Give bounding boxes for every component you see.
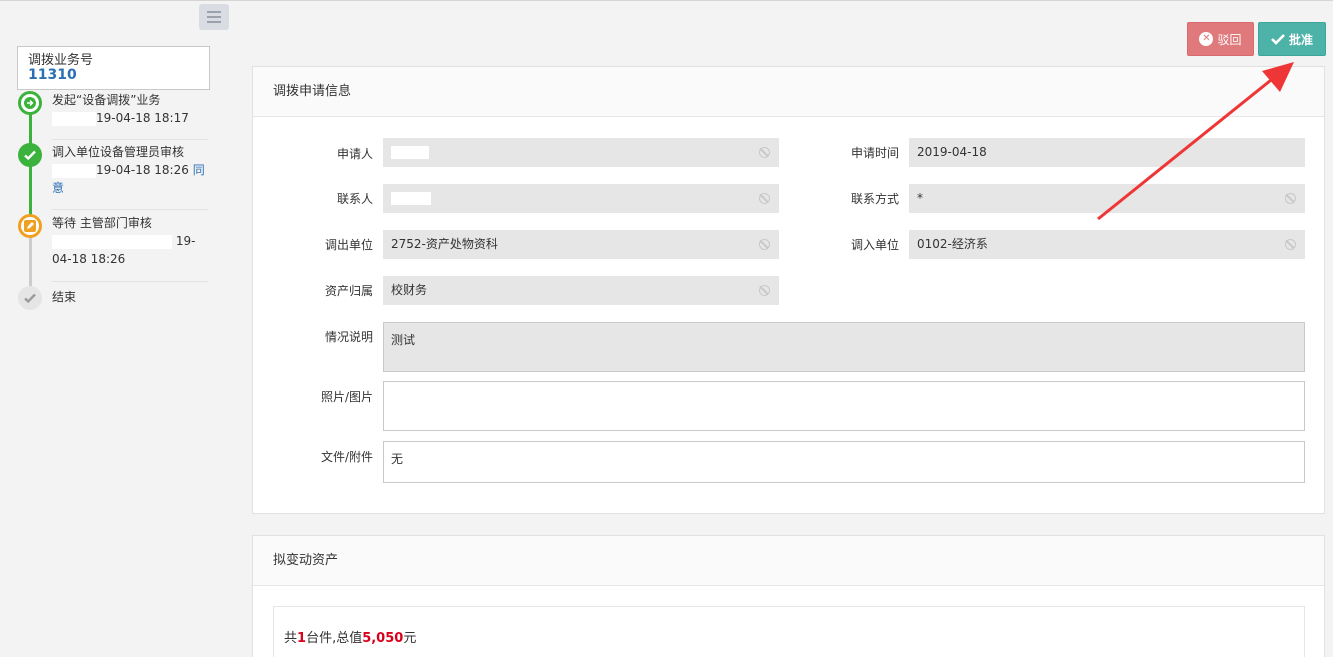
business-number-value: 11310 xyxy=(28,67,77,83)
disabled-icon xyxy=(1285,193,1296,204)
timeline-step-time: 19-04-18 18:26 xyxy=(96,163,189,177)
asset-total-value: 5,050 xyxy=(362,631,404,646)
timeline-step-time-row: 19- xyxy=(52,232,212,250)
apply-time-field[interactable]: 2019-04-18 xyxy=(909,138,1305,167)
timeline-step-time-part1: 19- xyxy=(175,234,196,248)
panel-title: 调拨申请信息 xyxy=(253,67,1324,117)
description-field[interactable]: 测试 xyxy=(383,322,1305,372)
disabled-icon xyxy=(759,239,770,250)
reject-button-label: 驳回 xyxy=(1217,32,1242,47)
description-label: 情况说明 xyxy=(324,330,373,344)
photo-label: 照片/图片 xyxy=(320,390,373,404)
assets-panel: 拟变动资产 共1台件,总值5,050元 xyxy=(252,535,1325,657)
panel-title: 拟变动资产 xyxy=(253,536,1324,586)
timeline-step-text: 发起“设备调拨”业务 19-04-18 18:17 xyxy=(52,91,212,127)
timeline-connector xyxy=(29,165,32,215)
in-unit-field[interactable]: 0102-经济系 xyxy=(909,230,1305,259)
timeline-step-title: 等待 主管部门审核 xyxy=(52,216,152,230)
check-grey-icon xyxy=(18,286,42,310)
in-unit-label: 调入单位 xyxy=(850,238,899,252)
top-divider xyxy=(0,0,1333,1)
timeline-divider xyxy=(52,209,208,210)
timeline-step-time-row: 19-04-18 18:26 同意 xyxy=(52,161,212,197)
check-circle-icon xyxy=(18,143,42,167)
applicant-field[interactable] xyxy=(383,138,779,167)
disabled-icon xyxy=(759,285,770,296)
file-label: 文件/附件 xyxy=(320,450,373,464)
menu-toggle-icon[interactable] xyxy=(199,4,229,30)
timeline-step-title: 调入单位设备管理员审核 xyxy=(52,145,185,159)
timeline-step-time-row: 19-04-18 18:17 xyxy=(52,109,212,127)
check-icon xyxy=(1271,34,1285,45)
apply-time-label: 申请时间 xyxy=(850,146,899,160)
timeline-step-text: 调入单位设备管理员审核 19-04-18 18:26 同意 xyxy=(52,143,212,197)
edit-icon xyxy=(18,214,42,238)
timeline-divider xyxy=(52,281,208,282)
arrow-right-icon xyxy=(18,91,42,115)
ownership-field[interactable]: 校财务 xyxy=(383,276,779,305)
contact-field[interactable] xyxy=(383,184,779,213)
reject-button[interactable]: ✕ 驳回 xyxy=(1187,22,1254,56)
disabled-icon xyxy=(1285,239,1296,250)
timeline-step-title: 发起“设备调拨”业务 xyxy=(52,93,161,107)
out-unit-label: 调出单位 xyxy=(324,238,373,252)
disabled-icon xyxy=(759,193,770,204)
timeline-connector xyxy=(29,236,32,288)
asset-total-summary: 共1台件,总值5,050元 xyxy=(273,606,1305,657)
ownership-label: 资产归属 xyxy=(324,284,373,298)
timeline-divider xyxy=(52,139,208,140)
applicant-label: 申请人 xyxy=(336,147,373,161)
apply-info-panel: 调拨申请信息 申请人 申请时间 2019-04-18 联系人 联系方式 * 调出… xyxy=(252,66,1325,514)
timeline-step-time: 19-04-18 18:17 xyxy=(96,111,189,125)
photo-upload-area[interactable] xyxy=(383,381,1305,431)
timeline-step-title: 结束 xyxy=(52,290,77,304)
approve-button-label: 批准 xyxy=(1288,32,1313,47)
contact-way-label: 联系方式 xyxy=(850,192,899,206)
file-attachment-area[interactable]: 无 xyxy=(383,441,1305,483)
close-circle-icon: ✕ xyxy=(1199,32,1214,46)
business-number-card: 调拨业务号 11310 xyxy=(17,46,210,90)
disabled-icon xyxy=(759,147,770,158)
timeline-step-text: 等待 主管部门审核 19- 04-18 18:26 xyxy=(52,214,212,268)
out-unit-field[interactable]: 2752-资产处物资科 xyxy=(383,230,779,259)
timeline-step-time-part2: 04-18 18:26 xyxy=(52,252,126,266)
approve-button[interactable]: 批准 xyxy=(1258,22,1326,56)
contact-way-field[interactable]: * xyxy=(909,184,1305,213)
business-number-label: 调拨业务号 xyxy=(28,53,94,68)
asset-count: 1 xyxy=(297,631,307,646)
contact-label: 联系人 xyxy=(336,192,373,206)
